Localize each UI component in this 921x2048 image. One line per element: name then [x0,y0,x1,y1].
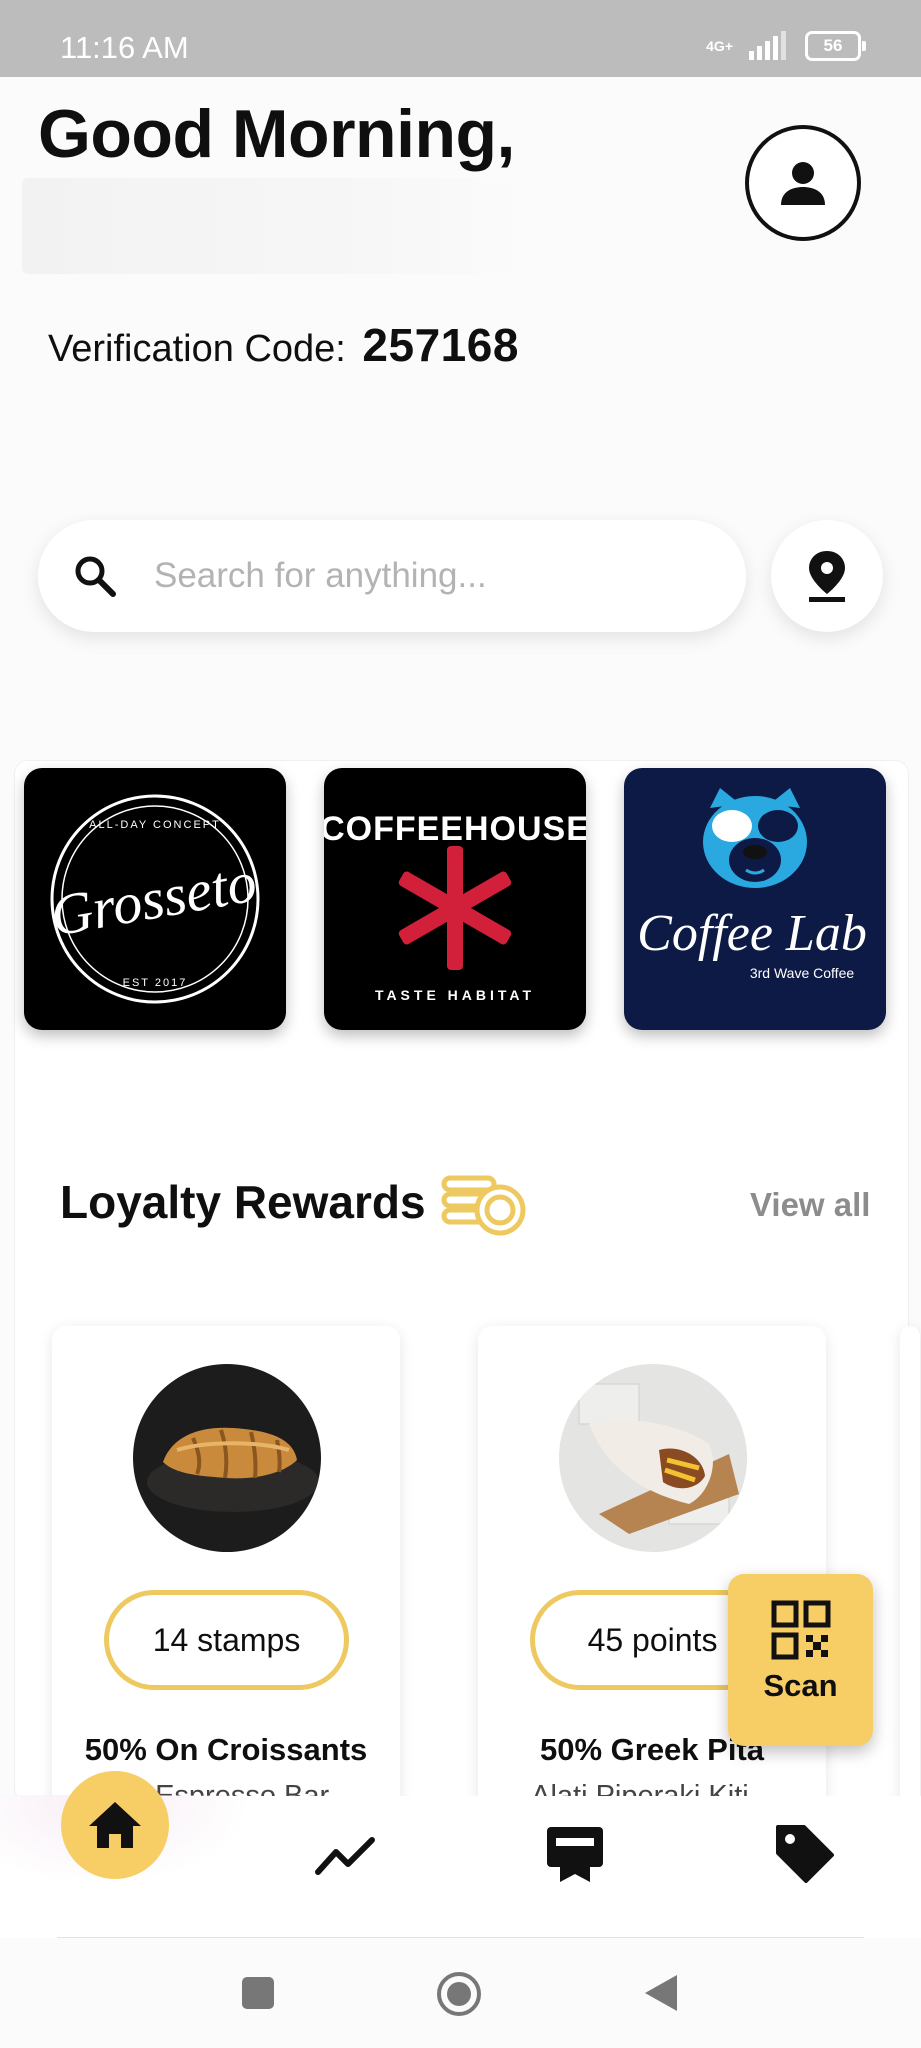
nav-home-button[interactable] [61,1771,169,1879]
location-pin-icon [809,551,845,602]
search-input[interactable] [152,555,716,597]
scan-button[interactable]: Scan [728,1574,873,1746]
grosseto-tagline: ALL-DAY CONCEPT [89,819,221,831]
croissant-image [133,1364,321,1552]
asterisk-icon [398,846,512,970]
reward-card-croissants[interactable]: 14 stamps 50% On Croissants ... Espresso… [52,1326,400,1826]
user-name-placeholder [22,178,534,274]
battery-level: 56 [823,36,843,55]
reward-title: 50% On Croissants [84,1732,368,1767]
home-system-icon[interactable] [435,1970,483,2018]
brand-tile-coffeehouse[interactable]: COFFEEHOUSE TASTE HABITAT [324,768,586,1030]
nav-card-button[interactable] [535,1814,615,1894]
coffee-lab-logo: Coffee Lab 3rd Wave Coffee [637,788,867,981]
recent-apps-icon[interactable] [240,1975,276,2011]
trending-icon [315,1837,375,1875]
user-icon [781,162,825,205]
search-icon [70,551,120,601]
home-icon [89,1802,141,1848]
pita-image [559,1364,747,1552]
verification-row: Verification Code: 257168 [48,318,519,372]
coffeehouse-tagline: TASTE HABITAT [375,987,535,1003]
location-button[interactable] [771,520,883,632]
coffee-lab-tagline: 3rd Wave Coffee [750,965,854,981]
search-bar[interactable] [38,520,746,632]
brand-tile-grosseto[interactable]: ALL-DAY CONCEPT Grosseto EST 2017 [24,768,286,1030]
network-label: 4G+ [706,38,733,54]
qr-code-icon [771,1600,830,1660]
nav-offers-button[interactable] [765,1814,845,1894]
grosseto-name: Grosseto [46,849,261,949]
coffeehouse-logo: COFFEEHOUSE TASTE HABITAT [324,810,586,1003]
verification-code: 257168 [362,319,519,371]
verification-label: Verification Code: [48,328,346,370]
battery-icon: 56 [805,31,866,61]
coffee-lab-name: Coffee Lab [637,905,867,962]
bulldog-icon [703,788,807,888]
card-icon [547,1827,603,1882]
nav-trends-button[interactable] [305,1816,385,1896]
profile-button[interactable] [745,125,861,241]
status-icons: 4G+ 56 [706,28,866,64]
coffeehouse-name: COFFEEHOUSE [324,810,586,848]
reward-badge: 14 stamps [104,1590,349,1690]
view-all-link[interactable]: View all [750,1186,870,1224]
status-time: 11:16 AM [60,30,189,65]
grosseto-est: EST 2017 [123,977,188,989]
greeting-heading: Good Morning, [38,96,515,172]
loyalty-title: Loyalty Rewards [60,1176,426,1228]
tag-icon [776,1825,834,1883]
coins-icon [441,1175,526,1236]
reward-card-partial[interactable] [900,1326,920,1826]
grosseto-logo: ALL-DAY CONCEPT Grosseto EST 2017 [46,794,261,1004]
signal-icon [749,31,786,60]
scan-label: Scan [763,1668,838,1703]
back-icon[interactable] [643,1973,679,2013]
brand-tile-coffee-lab[interactable]: Coffee Lab 3rd Wave Coffee [624,768,886,1030]
